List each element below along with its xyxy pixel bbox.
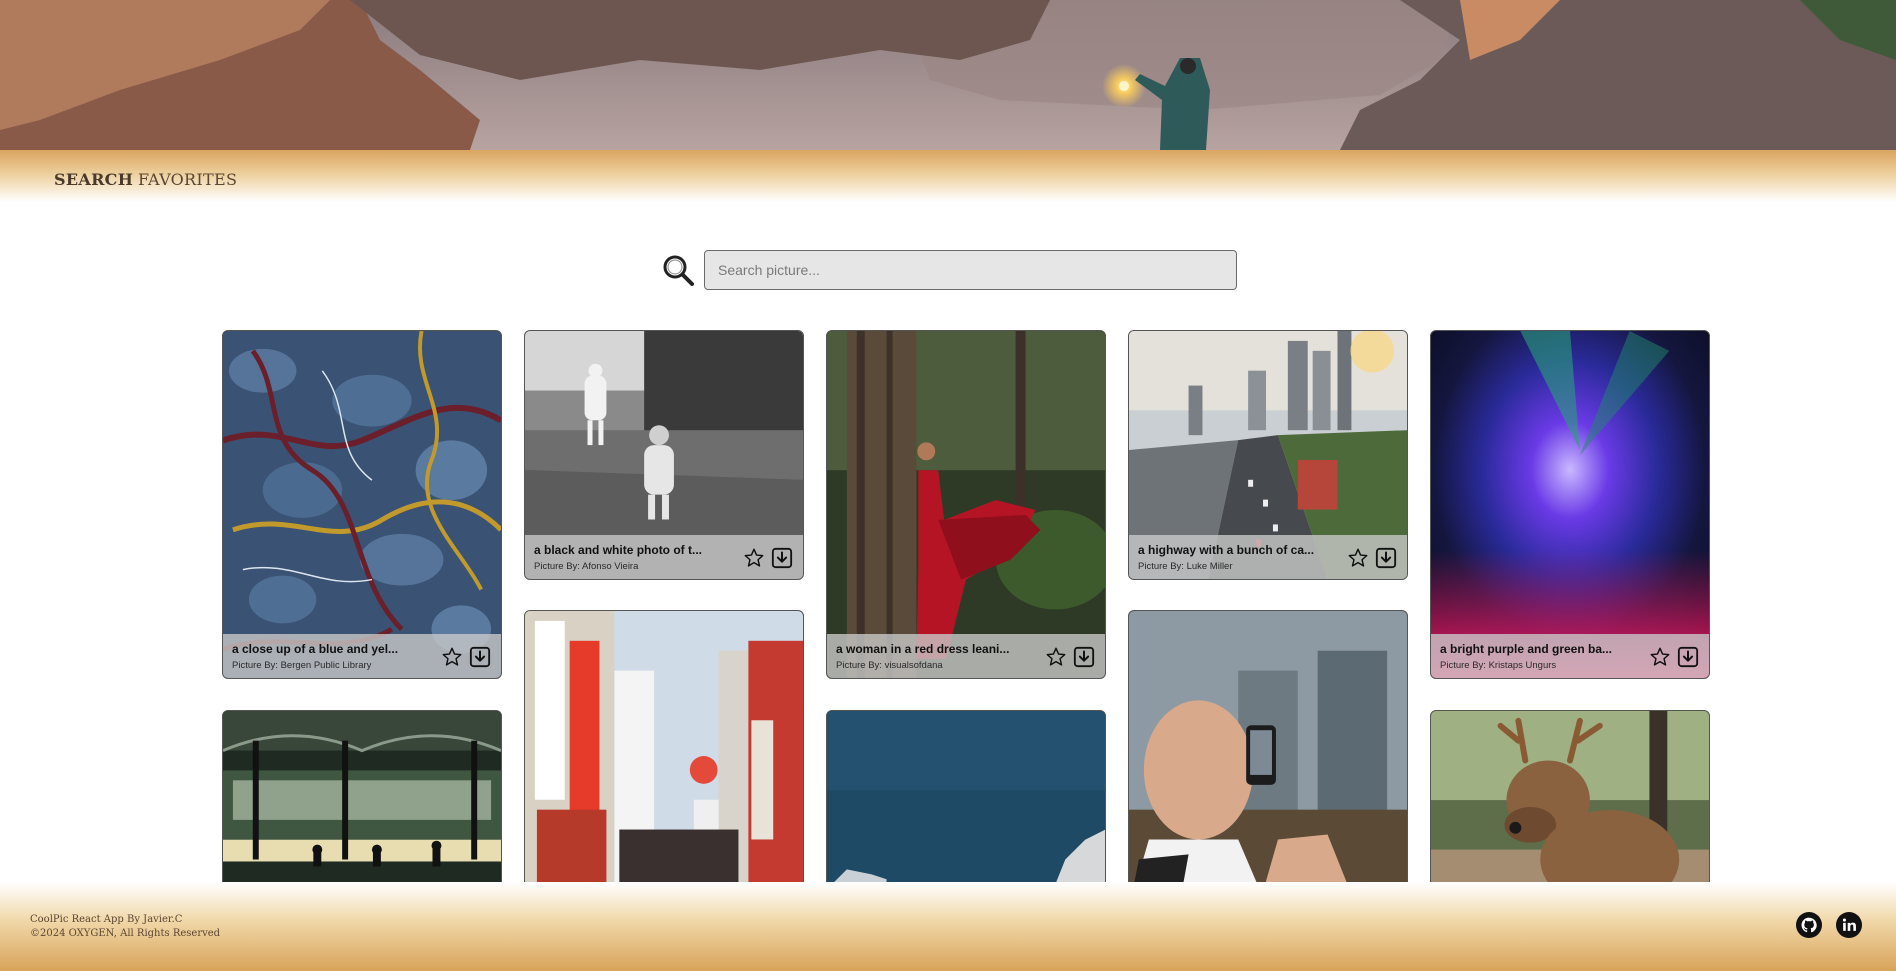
nav-search-link[interactable]: SEARCH xyxy=(54,170,133,189)
hero-image xyxy=(0,0,1896,150)
card-title: a highway with a bunch of ca... xyxy=(1138,543,1315,557)
card-caption: a black and white photo of t... Picture … xyxy=(525,535,803,579)
city-street-image xyxy=(525,611,803,882)
aurora-image xyxy=(1431,331,1709,678)
blue-sky-mountain-image xyxy=(827,711,1105,882)
card-caption: a woman in a red dress leani... Picture … xyxy=(827,634,1105,678)
woman-red-dress-image xyxy=(827,331,1105,678)
top-nav: SEARCH FAVORITES xyxy=(0,150,1896,202)
image-gallery: a close up of a blue and yel... Picture … xyxy=(0,300,1896,882)
hero-banner xyxy=(0,0,1896,150)
star-icon[interactable] xyxy=(1649,646,1671,668)
download-icon[interactable] xyxy=(1073,646,1095,668)
github-icon[interactable] xyxy=(1796,912,1822,938)
image-card[interactable] xyxy=(826,710,1106,882)
image-card[interactable] xyxy=(1430,710,1710,882)
star-icon[interactable] xyxy=(441,646,463,668)
search-input[interactable] xyxy=(704,250,1237,290)
train-station-image xyxy=(223,711,501,882)
image-card[interactable] xyxy=(524,610,804,882)
search-icon xyxy=(660,252,696,288)
linkedin-icon[interactable] xyxy=(1836,912,1862,938)
image-card[interactable]: a highway with a bunch of ca... Picture … xyxy=(1128,330,1408,580)
download-icon[interactable] xyxy=(1375,547,1397,569)
card-title: a black and white photo of t... xyxy=(534,543,703,557)
star-icon[interactable] xyxy=(1045,646,1067,668)
download-icon[interactable] xyxy=(1677,646,1699,668)
image-card[interactable]: a close up of a blue and yel... Picture … xyxy=(222,330,502,679)
image-card[interactable]: a bright purple and green ba... Picture … xyxy=(1430,330,1710,679)
card-title: a bright purple and green ba... xyxy=(1440,642,1613,656)
image-card[interactable]: a black and white photo of t... Picture … xyxy=(524,330,804,580)
image-card[interactable] xyxy=(222,710,502,882)
image-card[interactable]: a woman in a red dress leani... Picture … xyxy=(826,330,1106,679)
man-phone-photo-image xyxy=(1129,611,1407,882)
card-caption: a highway with a bunch of ca... Picture … xyxy=(1129,535,1407,579)
card-caption: a bright purple and green ba... Picture … xyxy=(1431,634,1709,678)
star-icon[interactable] xyxy=(1347,547,1369,569)
footer-credit: CoolPic React App By Javier.C xyxy=(30,914,183,925)
card-title: a woman in a red dress leani... xyxy=(836,642,1010,656)
download-icon[interactable] xyxy=(469,646,491,668)
card-caption: a close up of a blue and yel... Picture … xyxy=(223,634,501,678)
card-title: a close up of a blue and yel... xyxy=(232,642,399,656)
marbled-paper-image xyxy=(223,331,501,678)
star-icon[interactable] xyxy=(743,547,765,569)
deer-image xyxy=(1431,711,1709,882)
nav-favorites-link[interactable]: FAVORITES xyxy=(138,170,237,189)
image-card[interactable] xyxy=(1128,610,1408,882)
footer-copyright: ©2024 OXYGEN, All Rights Reserved xyxy=(30,928,221,939)
download-icon[interactable] xyxy=(771,547,793,569)
footer xyxy=(0,882,1896,971)
